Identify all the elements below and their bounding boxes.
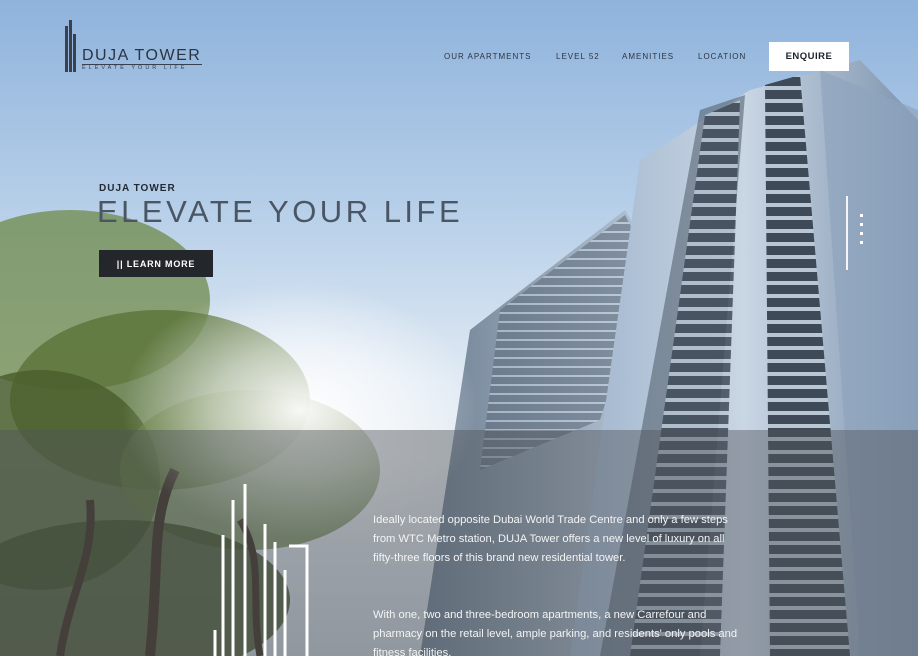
slide-pagination[interactable]: [860, 214, 864, 248]
learn-more-button[interactable]: || LEARN MORE: [99, 250, 213, 277]
nav-item-level-52[interactable]: LEVEL 52: [556, 52, 600, 61]
logo-tagline: ELEVATE YOUR LIFE: [82, 65, 188, 71]
logo[interactable]: DUJA TOWER ELEVATE YOUR LIFE: [64, 20, 214, 72]
nav-item-our-apartments[interactable]: OUR APARTMENTS: [444, 52, 532, 61]
slide-dot[interactable]: [860, 214, 863, 217]
slide-indicator-line: [846, 196, 848, 270]
logo-tower-icon: [65, 20, 76, 72]
nav-item-amenities[interactable]: AMENITIES: [622, 52, 674, 61]
slide-dot[interactable]: [860, 241, 863, 244]
logo-wordmark: DUJA TOWER: [82, 47, 202, 64]
description-paragraph-1: Ideally located opposite Dubai World Tra…: [373, 514, 728, 565]
tower-lineart-icon: [213, 484, 309, 656]
slide-dot[interactable]: [860, 223, 863, 226]
hero-headline: ELEVATE YOUR LIFE: [97, 194, 464, 229]
slide-dot[interactable]: [860, 232, 863, 235]
nav-item-location[interactable]: LOCATION: [698, 52, 746, 61]
description-paragraph-2: With one, two and three-bedroom apartmen…: [373, 609, 738, 660]
hero-eyebrow: DUJA TOWER: [99, 183, 176, 194]
enquire-button[interactable]: ENQUIRE: [769, 42, 849, 71]
